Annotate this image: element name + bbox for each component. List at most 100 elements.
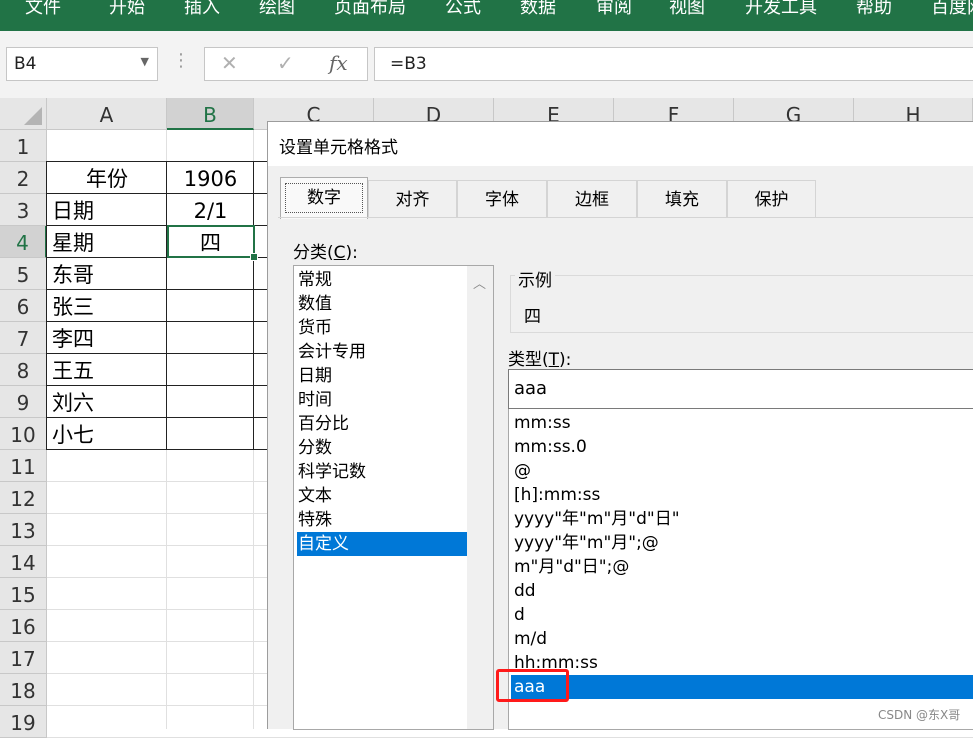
category-item[interactable]: 数值 [297, 292, 467, 316]
format-selection-highlight [511, 675, 973, 699]
ribbon-tab-bar: 文件 开始 插入 绘图 页面布局 公式 数据 审阅 视图 开发工具 帮助 百度网 [0, 0, 973, 31]
cell-a3[interactable]: 日期 [47, 194, 167, 226]
format-code-item[interactable]: mm:ss.0 [514, 435, 587, 459]
formula-input[interactable]: =B3 [374, 47, 973, 81]
cell-b3[interactable]: 2/1 [167, 194, 254, 226]
cell-a7[interactable]: 李四 [47, 322, 167, 354]
category-item[interactable]: 特殊 [297, 508, 467, 532]
ribbon-tab-home[interactable]: 开始 [109, 0, 145, 27]
row-header-8[interactable]: 8 [0, 354, 47, 386]
format-code-item[interactable]: m/d [514, 627, 547, 651]
sample-label: 示例 [515, 266, 555, 291]
watermark: CSDN @东X哥 [878, 708, 961, 722]
gridline [47, 737, 973, 738]
name-box-value: B4 [14, 54, 37, 74]
category-item[interactable]: 日期 [297, 364, 467, 388]
ribbon-tab-view[interactable]: 视图 [669, 0, 705, 27]
ribbon-tab-formulas[interactable]: 公式 [445, 0, 481, 27]
format-code-item[interactable]: @ [514, 459, 531, 483]
tab-divider [278, 217, 973, 218]
tab-protection[interactable]: 保护 [727, 180, 816, 217]
category-item[interactable]: 时间 [297, 388, 467, 412]
row-header-18[interactable]: 18 [0, 674, 47, 706]
ribbon-tab-insert[interactable]: 插入 [184, 0, 220, 27]
row-header-7[interactable]: 7 [0, 322, 47, 354]
row-header-15[interactable]: 15 [0, 578, 47, 610]
row-header-2[interactable]: 2 [0, 162, 47, 194]
enter-icon[interactable]: ✓ [277, 51, 294, 75]
category-item[interactable]: 会计专用 [297, 340, 467, 364]
dialog-title: 设置单元格格式 [279, 138, 398, 158]
insert-function-icon[interactable]: fx [329, 51, 348, 75]
name-box[interactable]: B4 ▼ [6, 47, 158, 81]
category-list[interactable]: 常规 数值 货币 会计专用 日期 时间 百分比 分数 科学记数 文本 特殊 自定义 ︿ [293, 265, 494, 730]
format-cells-dialog: 设置单元格格式 数字 对齐 字体 边框 填充 保护 分类(C): 常规 数值 货币会… [267, 121, 973, 730]
more-options-icon: ⋮ [172, 50, 190, 71]
format-code-list[interactable]: mm:ss mm:ss.0 @ [h]:mm:ss yyyy"年"m"月"d"日" yyy… [508, 409, 973, 730]
row-header-16[interactable]: 16 [0, 610, 47, 642]
format-code-item[interactable]: [h]:mm:ss [514, 483, 600, 507]
select-all-corner[interactable] [0, 98, 47, 130]
row-header-17[interactable]: 17 [0, 642, 47, 674]
row-header-12[interactable]: 12 [0, 482, 47, 514]
row-header-10[interactable]: 10 [0, 418, 47, 450]
category-item[interactable]: 货币 [297, 316, 467, 340]
type-input[interactable]: aaa [508, 369, 973, 409]
fill-handle[interactable] [250, 253, 258, 261]
ribbon-tab-draw[interactable]: 绘图 [259, 0, 295, 27]
sample-value: 四 [524, 307, 541, 327]
ribbon-tab-review[interactable]: 审阅 [596, 0, 632, 27]
category-item[interactable]: 常规 [297, 268, 467, 292]
row-header-3[interactable]: 3 [0, 194, 47, 226]
category-item[interactable]: 科学记数 [297, 460, 467, 484]
scroll-up-icon[interactable]: ︿ [473, 273, 486, 292]
ribbon-tab-page-layout[interactable]: 页面布局 [334, 0, 406, 27]
row-header-11[interactable]: 11 [0, 450, 47, 482]
highlight-annotation-box [496, 669, 569, 702]
ribbon-tab-data[interactable]: 数据 [520, 0, 556, 27]
tab-number[interactable]: 数字 [280, 177, 368, 219]
format-code-item[interactable]: m"月"d"日";@ [514, 555, 629, 579]
cell-a2[interactable]: 年份 [47, 162, 167, 194]
row-header-4[interactable]: 4 [0, 226, 47, 258]
format-code-item[interactable]: d [514, 603, 525, 627]
format-code-item[interactable]: yyyy"年"m"月";@ [514, 531, 659, 555]
tab-font[interactable]: 字体 [457, 180, 547, 217]
category-item[interactable]: 百分比 [297, 412, 467, 436]
row-header-19[interactable]: 19 [0, 706, 47, 738]
ribbon-tab-file[interactable]: 文件 [25, 0, 61, 27]
row-header-6[interactable]: 6 [0, 290, 47, 322]
row-header-13[interactable]: 13 [0, 514, 47, 546]
row-header-5[interactable]: 5 [0, 258, 47, 290]
category-item[interactable]: 分数 [297, 436, 467, 460]
cell-a8[interactable]: 王五 [47, 354, 167, 386]
row-header-14[interactable]: 14 [0, 546, 47, 578]
cancel-icon[interactable]: ✕ [221, 51, 238, 75]
category-scrollbar[interactable]: ︿ [467, 266, 493, 729]
cell-a9[interactable]: 刘六 [47, 386, 167, 418]
cell-a5[interactable]: 东哥 [47, 258, 167, 290]
cell-a4[interactable]: 星期 [47, 226, 167, 258]
column-header-b[interactable]: B [167, 98, 254, 130]
ribbon-tab-developer[interactable]: 开发工具 [745, 0, 817, 27]
ribbon-tab-help[interactable]: 帮助 [856, 0, 892, 27]
column-header-a[interactable]: A [47, 98, 167, 130]
format-code-item[interactable]: dd [514, 579, 536, 603]
category-label: 分类(C): [293, 243, 358, 263]
category-item[interactable]: 自定义 [297, 532, 467, 556]
type-label: 类型(T): [508, 350, 572, 370]
chevron-down-icon[interactable]: ▼ [141, 55, 149, 68]
formula-text: =B3 [390, 54, 427, 74]
category-item[interactable]: 文本 [297, 484, 467, 508]
cell-a6[interactable]: 张三 [47, 290, 167, 322]
row-header-1[interactable]: 1 [0, 130, 47, 162]
cell-a10[interactable]: 小七 [47, 418, 167, 450]
ribbon-tab-baidu[interactable]: 百度网 [931, 0, 973, 27]
tab-fill[interactable]: 填充 [637, 180, 727, 217]
tab-alignment[interactable]: 对齐 [368, 180, 457, 217]
row-header-9[interactable]: 9 [0, 386, 47, 418]
tab-border[interactable]: 边框 [547, 180, 637, 217]
format-code-item[interactable]: mm:ss [514, 411, 571, 435]
cell-b2[interactable]: 1906 [167, 162, 254, 194]
format-code-item[interactable]: yyyy"年"m"月"d"日" [514, 507, 680, 531]
